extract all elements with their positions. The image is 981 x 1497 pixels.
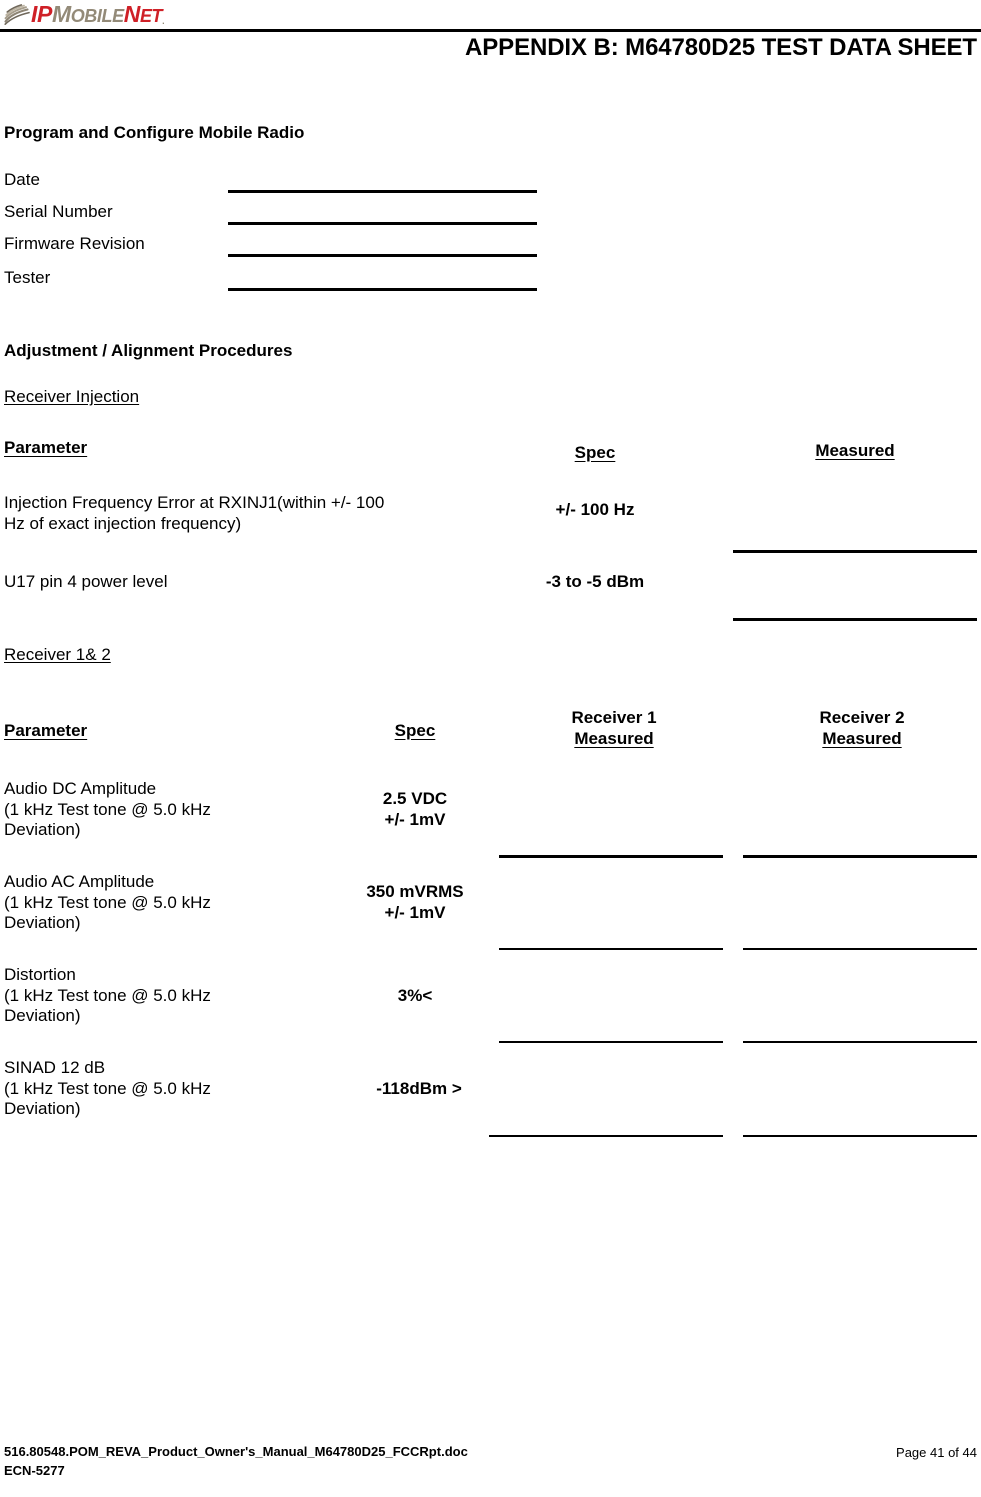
param-line: Hz of exact injection frequency)	[4, 513, 242, 533]
col-header-receiver-1-measured: Measured	[574, 729, 654, 748]
measured-input[interactable]	[733, 618, 977, 621]
logo-ip-text: IP	[31, 0, 52, 27]
table-row: Distortion (1 kHz Test tone @ 5.0 kHz De…	[4, 965, 334, 1027]
logo-trademark: .	[162, 15, 165, 26]
footer-ecn: ECN-5277	[4, 1462, 65, 1478]
spec-value: -118dBm >	[345, 1079, 493, 1100]
param-line: (1 kHz Test tone @ 5.0 kHz	[4, 985, 211, 1005]
col-header-receiver-2: Receiver 2	[819, 708, 905, 727]
param-line: Audio DC Amplitude	[4, 779, 157, 798]
page-header: IPMOBILENET. APPENDIX B: M64780D25 TEST …	[0, 0, 981, 72]
spec-line: 3%<	[397, 986, 433, 1005]
param-line: SINAD 12 dB	[4, 1058, 106, 1077]
field-label-tester: Tester	[4, 268, 51, 287]
swoosh-icon	[4, 3, 30, 25]
receiver-2-measured-input[interactable]	[743, 855, 977, 858]
adjustment-section-heading: Adjustment / Alignment Procedures	[4, 341, 293, 360]
spec-value: 350 mVRMS +/- 1mV	[341, 882, 489, 923]
spec-line: -118dBm >	[376, 1079, 462, 1098]
param-line: Audio AC Amplitude	[4, 872, 155, 891]
receiver-injection-heading: Receiver Injection	[4, 387, 140, 406]
spec-value: -3 to -5 dBm	[545, 572, 645, 591]
header-divider	[0, 29, 981, 32]
field-label-serial-number: Serial Number	[4, 202, 113, 221]
document-page: IPMOBILENET. APPENDIX B: M64780D25 TEST …	[0, 0, 981, 1497]
receiver-2-measured-input[interactable]	[743, 1041, 977, 1043]
col-header-parameter: Parameter	[4, 721, 88, 740]
receiver-1-2-heading: Receiver 1& 2	[4, 645, 111, 664]
footer-document-info: 516.80548.POM_REVA_Product_Owner's_Manua…	[4, 1443, 468, 1481]
receiver-1-measured-input[interactable]	[499, 948, 723, 950]
param-line: Deviation)	[4, 913, 81, 933]
table-row: U17 pin 4 power level	[4, 572, 504, 593]
program-section-heading: Program and Configure Mobile Radio	[4, 123, 305, 142]
field-input-date[interactable]	[228, 190, 537, 193]
param-line: U17 pin 4 power level	[4, 572, 168, 591]
logo-net-text: NET	[123, 0, 163, 27]
logo-wordmark: IPMOBILENET.	[31, 0, 165, 27]
footer-page-number: Page 41 of 44	[896, 1445, 977, 1460]
field-label-firmware-revision: Firmware Revision	[4, 234, 145, 253]
receiver-1-measured-input[interactable]	[499, 855, 723, 858]
table-row: Audio AC Amplitude (1 kHz Test tone @ 5.…	[4, 872, 334, 934]
param-line: (1 kHz Test tone @ 5.0 kHz	[4, 892, 211, 912]
spec-line: +/- 1mV	[384, 809, 446, 829]
table-row: Audio DC Amplitude (1 kHz Test tone @ 5.…	[4, 779, 334, 841]
param-line: Deviation)	[4, 1006, 81, 1026]
field-label-date: Date	[4, 170, 40, 189]
spec-line: 2.5 VDC	[382, 789, 448, 808]
page-title: APPENDIX B: M64780D25 TEST DATA SHEET	[465, 34, 977, 61]
measured-input[interactable]	[733, 550, 977, 553]
param-line: Injection Frequency Error at RXINJ1(with…	[4, 493, 385, 512]
receiver-2-measured-input[interactable]	[743, 1135, 977, 1137]
col-header-receiver-1: Receiver 1	[571, 708, 657, 727]
col-header-receiver-2-measured: Measured	[822, 729, 902, 748]
spec-value: 2.5 VDC +/- 1mV	[345, 789, 485, 830]
param-line: Deviation)	[4, 820, 81, 840]
footer-doc-name: 516.80548.POM_REVA_Product_Owner's_Manua…	[4, 1444, 468, 1459]
field-input-firmware-revision[interactable]	[228, 254, 537, 257]
param-line: Distortion	[4, 965, 76, 984]
col-header-spec: Spec	[574, 443, 616, 462]
col-header-parameter: Parameter	[4, 438, 88, 457]
field-input-serial-number[interactable]	[228, 222, 537, 225]
receiver-1-measured-input[interactable]	[499, 1041, 723, 1043]
param-line: (1 kHz Test tone @ 5.0 kHz	[4, 799, 211, 819]
table-row: SINAD 12 dB (1 kHz Test tone @ 5.0 kHz D…	[4, 1058, 334, 1120]
spec-value: 3%<	[345, 986, 485, 1007]
col-header-spec: Spec	[394, 721, 436, 740]
spec-value: +/- 100 Hz	[555, 500, 635, 519]
param-line: (1 kHz Test tone @ 5.0 kHz	[4, 1078, 211, 1098]
table-row: Injection Frequency Error at RXINJ1(with…	[4, 493, 504, 534]
param-line: Deviation)	[4, 1099, 81, 1119]
logo-mobile-text: MOBILE	[51, 0, 124, 27]
col-header-measured: Measured	[815, 441, 895, 460]
receiver-1-measured-input[interactable]	[489, 1135, 723, 1137]
receiver-2-measured-input[interactable]	[743, 948, 977, 950]
field-input-tester[interactable]	[228, 288, 537, 291]
spec-line: 350 mVRMS	[366, 882, 464, 901]
ipmobilenet-logo: IPMOBILENET.	[4, 0, 165, 27]
spec-line: +/- 1mV	[384, 902, 446, 922]
